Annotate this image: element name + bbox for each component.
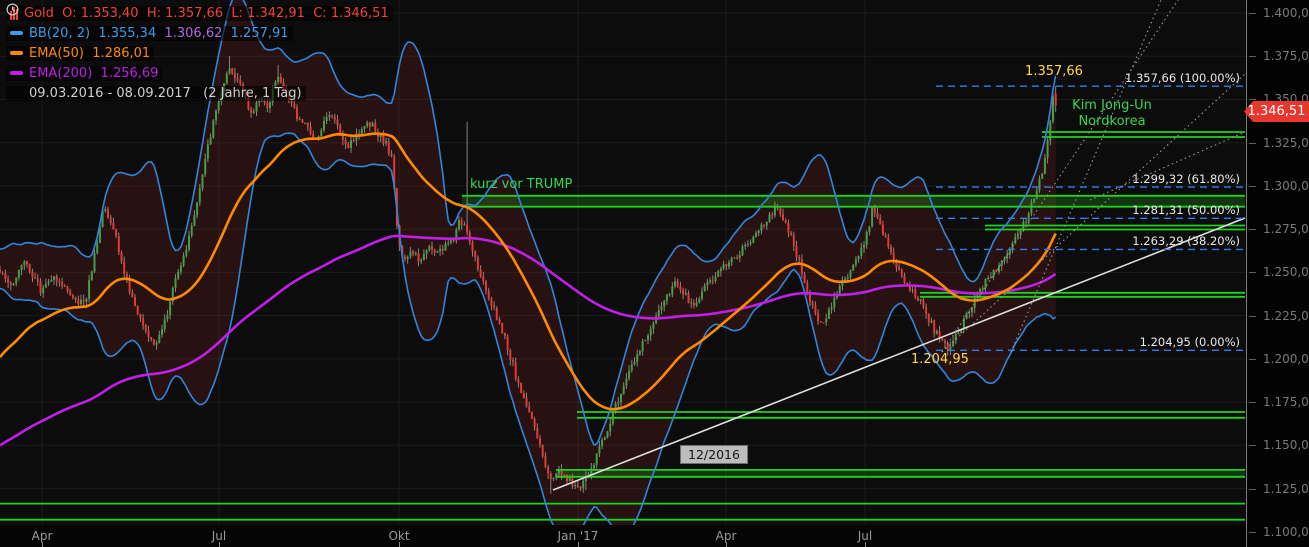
indicator-legend: Gold O: 1.353,40 H: 1.357,66 L: 1.342,91… bbox=[6, 3, 393, 103]
time-tick-label: Jan '17 bbox=[558, 529, 599, 543]
price-tick-label: 1.150,00 bbox=[1263, 438, 1309, 452]
price-tick-label: 1.225,00 bbox=[1263, 309, 1309, 323]
price-tick-mark bbox=[1249, 56, 1256, 57]
fib-level-label: 1.299,32 (61.80%) bbox=[1132, 172, 1240, 186]
open-value: O: 1.353,40 bbox=[62, 6, 138, 21]
instrument-name: Gold bbox=[24, 6, 54, 21]
price-tick-mark bbox=[1249, 186, 1256, 187]
bb-middle-value: 1.306,62 bbox=[164, 26, 222, 41]
price-tick-label: 1.100,00 bbox=[1263, 525, 1309, 539]
clock-icon bbox=[10, 87, 23, 100]
bb-upper-value: 1.355,34 bbox=[98, 26, 156, 41]
fib-level-label: 1.263,29 (38.20%) bbox=[1132, 234, 1240, 248]
ema200-label: EMA(200) bbox=[29, 66, 92, 81]
price-tick-mark bbox=[1249, 489, 1256, 490]
time-tick-label: Apr bbox=[716, 529, 737, 543]
annotation-dec2016: 12/2016 bbox=[680, 445, 748, 464]
price-tick-label: 1.375,00 bbox=[1263, 49, 1309, 63]
time-tick-mark bbox=[219, 542, 220, 547]
price-tick-label: 1.125,00 bbox=[1263, 482, 1309, 496]
price-tick-label: 1.200,00 bbox=[1263, 352, 1309, 366]
ema50-line-icon bbox=[10, 51, 23, 55]
ema200-line-icon bbox=[10, 71, 23, 75]
bb-lower-value: 1.257,91 bbox=[231, 26, 289, 41]
bb-label: BB(20, 2) bbox=[29, 26, 90, 41]
ema50-value: 1.286,01 bbox=[92, 46, 150, 61]
time-tick-mark bbox=[865, 542, 866, 547]
legend-row-instrument[interactable]: Gold O: 1.353,40 H: 1.357,66 L: 1.342,91… bbox=[6, 3, 393, 23]
price-tick-mark bbox=[1249, 272, 1256, 273]
time-tick-mark bbox=[42, 542, 43, 547]
legend-row-daterange: 09.03.2016 - 08.09.2017 (2 Jahre, 1 Tag) bbox=[6, 83, 393, 103]
chart-canvas[interactable]: Gold O: 1.353,40 H: 1.357,66 L: 1.342,91… bbox=[0, 0, 1246, 525]
time-axis[interactable]: Apr Jul Okt Jan '17 Apr Jul bbox=[0, 525, 1246, 547]
price-tick-label: 1.275,00 bbox=[1263, 222, 1309, 236]
price-tick-label: 1.325,00 bbox=[1263, 136, 1309, 150]
price-tick-mark bbox=[1249, 229, 1256, 230]
price-tick-label: 1.175,00 bbox=[1263, 395, 1309, 409]
annotation-highval: 1.357,66 bbox=[1025, 64, 1083, 79]
fib-level-label: 1.204,95 (0.00%) bbox=[1140, 335, 1240, 349]
price-tick-mark bbox=[1249, 13, 1256, 14]
fib-level-label: 1.357,66 (100.00%) bbox=[1125, 71, 1240, 85]
time-tick-label: Jul bbox=[858, 529, 872, 543]
price-tick-mark bbox=[1249, 532, 1256, 533]
fib-level-label: 1.281,31 (50.00%) bbox=[1132, 203, 1240, 217]
annotation-kim1: Kim Jong-Un bbox=[1072, 98, 1152, 113]
price-tick-mark bbox=[1249, 402, 1256, 403]
price-tick-mark bbox=[1249, 316, 1256, 317]
time-tick-mark bbox=[578, 542, 579, 547]
price-tick-label: 1.250,00 bbox=[1263, 265, 1309, 279]
last-price-badge: 1.346,51 bbox=[1244, 101, 1309, 122]
price-axis[interactable]: 1.400,001.375,001.350,001.325,001.300,00… bbox=[1246, 0, 1309, 547]
price-tick-label: 1.400,00 bbox=[1263, 6, 1309, 20]
ema200-value: 1.256,69 bbox=[101, 66, 159, 81]
price-tick-mark bbox=[1249, 143, 1256, 144]
trading-chart-window: Gold O: 1.353,40 H: 1.357,66 L: 1.342,91… bbox=[0, 0, 1309, 547]
close-value: C: 1.346,51 bbox=[313, 6, 388, 21]
annotation-trump: kurz vor TRUMP bbox=[470, 177, 572, 192]
price-tick-mark bbox=[1249, 99, 1256, 100]
low-value: L: 1.342,91 bbox=[231, 6, 305, 21]
price-tick-mark bbox=[1249, 359, 1256, 360]
legend-row-ema200[interactable]: EMA(200) 1.256,69 bbox=[6, 63, 393, 83]
legend-row-bollinger[interactable]: BB(20, 2) 1.355,34 1.306,62 1.257,91 bbox=[6, 23, 393, 43]
high-value: H: 1.357,66 bbox=[147, 6, 223, 21]
annotation-lowval: 1.204,95 bbox=[911, 352, 969, 367]
price-tick-label: 1.300,00 bbox=[1263, 179, 1309, 193]
legend-row-ema50[interactable]: EMA(50) 1.286,01 bbox=[6, 43, 393, 63]
annotation-kim2: Nordkorea bbox=[1078, 114, 1145, 129]
time-tick-label: Okt bbox=[388, 529, 409, 543]
price-tick-mark bbox=[1249, 445, 1256, 446]
time-tick-mark bbox=[399, 542, 400, 547]
date-range-text: 09.03.2016 - 08.09.2017 (2 Jahre, 1 Tag) bbox=[29, 86, 302, 101]
time-tick-mark bbox=[726, 542, 727, 547]
time-tick-label: Jul bbox=[212, 529, 226, 543]
ema50-label: EMA(50) bbox=[29, 46, 84, 61]
time-tick-label: Apr bbox=[32, 529, 53, 543]
bb-line-icon bbox=[10, 31, 23, 35]
